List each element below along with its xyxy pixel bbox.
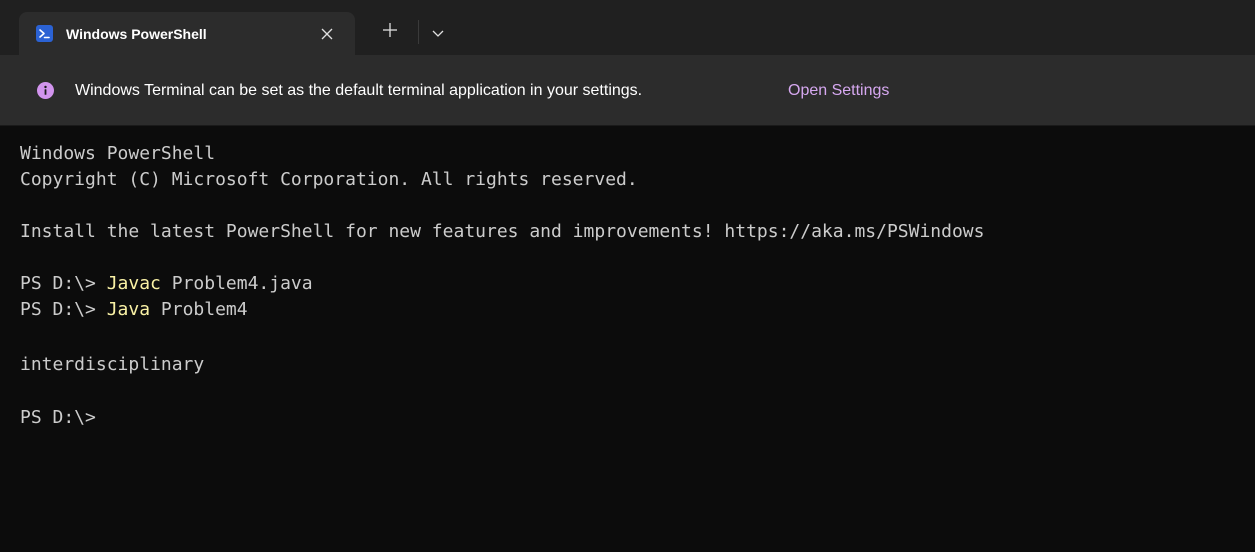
terminal-header-line: Windows PowerShell [20,143,216,164]
terminal-install-line: Install the latest PowerShell for new fe… [20,221,985,242]
command-name: Javac [106,273,161,294]
prompt: PS D:\> [20,299,107,320]
close-icon[interactable] [315,22,339,46]
default-terminal-infobar: Windows Terminal can be set as the defau… [0,55,1255,126]
terminal-window: Windows PowerShell Windows Terminal can … [0,0,1255,552]
title-bar[interactable]: Windows PowerShell [0,0,1255,55]
chevron-down-icon[interactable] [431,26,445,37]
command-args: Problem4 [150,299,248,320]
plus-icon[interactable] [380,20,400,40]
prompt: PS D:\> [20,273,107,294]
tab-windows-powershell[interactable]: Windows PowerShell [19,12,355,55]
open-settings-link[interactable]: Open Settings [788,80,889,102]
tab-divider [418,20,419,44]
tab-title: Windows PowerShell [66,26,207,42]
command-args: Problem4.java [160,273,313,294]
program-output-line: interdisciplinary [20,354,205,375]
terminal-command-line: PS D:\> Java Problem4 [20,297,248,323]
powershell-icon [36,25,53,42]
current-prompt: PS D:\> [20,407,96,428]
command-name: Java [106,299,151,320]
infobar-message: Windows Terminal can be set as the defau… [75,82,643,99]
terminal-command-line: PS D:\> Javac Problem4.java [20,271,313,297]
terminal-output[interactable]: Windows PowerShell Copyright (C) Microso… [0,126,1255,552]
terminal-copyright-line: Copyright (C) Microsoft Corporation. All… [20,169,638,190]
info-icon [37,82,54,99]
